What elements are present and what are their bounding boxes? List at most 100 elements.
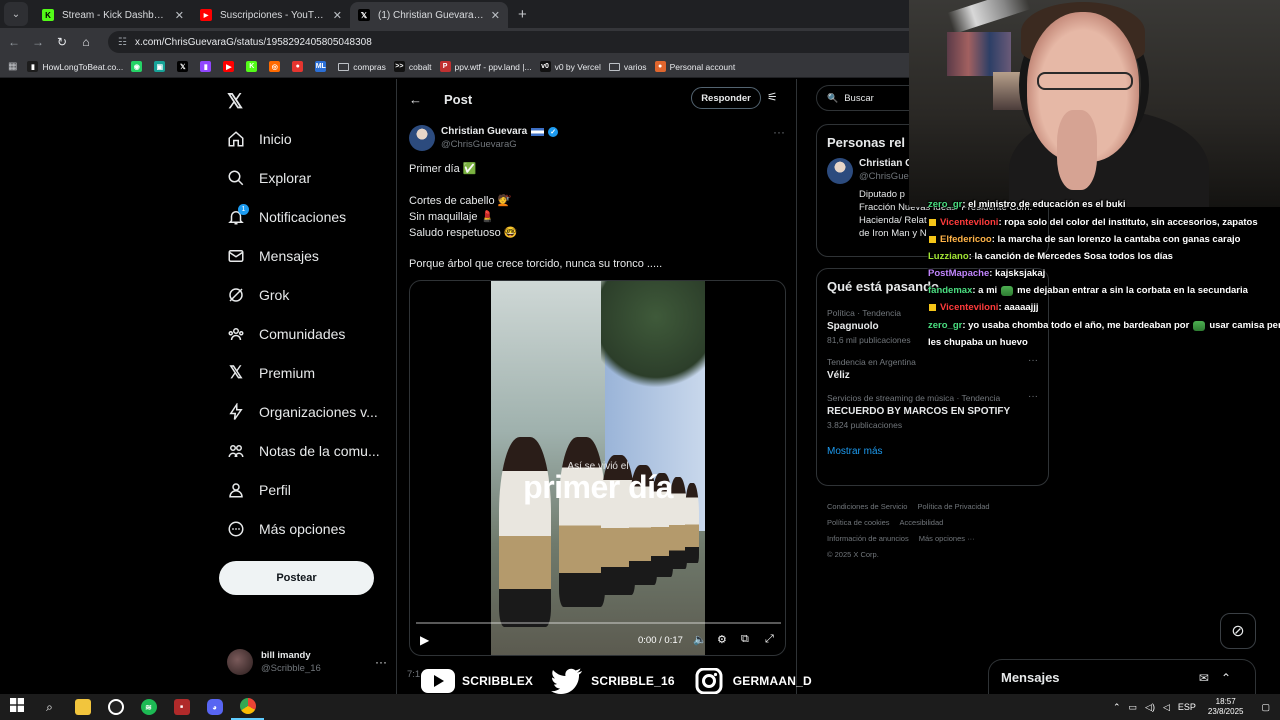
footer-link[interactable]: Condiciones de Servicio — [827, 502, 907, 511]
start-button[interactable] — [0, 694, 33, 720]
play-icon[interactable]: ▶ — [420, 633, 429, 647]
sidebar-item-inicio[interactable]: Inicio — [227, 130, 292, 148]
author-handle[interactable]: @ChrisGuevaraG — [441, 139, 558, 150]
more-dots-icon[interactable]: ··· — [1028, 391, 1038, 402]
post-button[interactable]: Postear — [219, 561, 374, 595]
bookmark-item[interactable]: ▮ — [200, 61, 215, 72]
show-more-link[interactable]: Mostrar más — [817, 436, 1048, 469]
chat-username[interactable]: Vicenteviloni — [940, 217, 998, 228]
taskbar-explorer[interactable] — [66, 694, 99, 720]
pip-icon[interactable]: ⧉ — [741, 633, 749, 646]
chevron-up-icon[interactable]: ⌃ — [1113, 702, 1121, 713]
sidebar-item-comunidades[interactable]: Comunidades — [227, 325, 345, 343]
chat-username[interactable]: PostMapache — [928, 268, 989, 279]
close-icon[interactable]: ✕ — [491, 9, 500, 22]
footer-link[interactable]: Política de Privacidad — [917, 502, 989, 511]
tab-search-button[interactable]: ⌄ — [4, 2, 28, 26]
video-frame[interactable]: Así se vivió el primer día — [491, 281, 705, 655]
language-indicator[interactable]: ESP — [1178, 702, 1196, 712]
bookmark-item[interactable]: ▮ HowLongToBeat.co... — [27, 61, 123, 72]
notification-icon[interactable]: ▢ — [1261, 702, 1270, 713]
bookmark-item[interactable]: >> cobalt — [393, 61, 432, 72]
sidebar-item-notas[interactable]: Notas de la comu... — [227, 442, 380, 460]
address-bar[interactable]: ☷ x.com/ChrisGuevaraG/status/19582924058… — [108, 31, 928, 53]
volume-icon[interactable]: 🔈 — [693, 633, 707, 646]
avatar[interactable] — [409, 125, 435, 151]
taskbar-spotify[interactable]: ≋ — [132, 694, 165, 720]
browser-tab-kick[interactable]: K Stream - Kick Dashboard ✕ — [34, 2, 192, 28]
bookmark-item[interactable]: Pppv.wtf - ppv.land |... — [439, 61, 532, 72]
grok-float-button[interactable]: ⊘ — [1220, 613, 1256, 649]
taskbar-chrome[interactable] — [231, 694, 264, 720]
footer-link[interactable]: Accesibilidad — [900, 518, 944, 527]
related-name[interactable]: Christian G — [859, 158, 913, 169]
clock[interactable]: 18:57 23/8/2025 — [1208, 697, 1244, 717]
taskbar-obs[interactable] — [99, 694, 132, 720]
more-dots-icon[interactable]: ··· — [773, 125, 785, 139]
sidebar-item-notificaciones[interactable]: 1 Notificaciones — [227, 204, 346, 226]
browser-tab-x[interactable]: 𝕏 (1) Christian Guevara sv en X: "Pr ✕ — [350, 2, 508, 28]
footer-link[interactable]: Política de cookies — [827, 518, 890, 527]
sidebar-item-organizaciones[interactable]: Organizaciones v... — [227, 403, 378, 421]
bookmark-item[interactable]: v0 v0 by Vercel — [539, 61, 601, 72]
network-icon[interactable]: ▭ — [1129, 702, 1138, 713]
apps-grid-icon[interactable]: ▦ — [8, 61, 17, 72]
bookmark-item[interactable]: ML — [315, 61, 330, 72]
bookmark-item[interactable]: compras — [338, 62, 386, 72]
speaker-icon[interactable]: ◁) — [1145, 702, 1155, 713]
author-name[interactable]: Christian Guevara — [441, 126, 527, 137]
reload-icon[interactable]: ↻ — [50, 35, 74, 49]
footer-link[interactable]: Información de anuncios — [827, 534, 909, 543]
sliders-icon[interactable]: ⚟ — [767, 90, 778, 104]
close-icon[interactable]: ✕ — [175, 9, 184, 22]
close-icon[interactable]: ✕ — [333, 9, 342, 22]
chat-username[interactable]: Luzziano — [928, 251, 969, 262]
footer-link[interactable]: Más opciones ··· — [919, 534, 975, 543]
x-logo-icon[interactable]: 𝕏 — [227, 89, 243, 114]
fullscreen-icon[interactable]: ⤢ — [765, 633, 774, 646]
chat-username[interactable]: zero_gr — [928, 320, 962, 331]
sidebar-item-perfil[interactable]: Perfil — [227, 481, 291, 499]
bookmark-item[interactable]: 𝕏 — [177, 61, 192, 72]
home-icon[interactable]: ⌂ — [74, 35, 98, 49]
browser-tab-youtube[interactable]: ▶ Suscripciones - YouTube ✕ — [192, 2, 350, 28]
compose-and-collapse-icons[interactable]: ✉⌃ — [1199, 671, 1243, 685]
taskbar-discord[interactable]: ◕ — [198, 694, 231, 720]
reply-button[interactable]: Responder — [691, 87, 761, 109]
bookmark-item[interactable]: ▶ — [223, 61, 238, 72]
post-author[interactable]: Christian Guevara ✓ @ChrisGuevaraG — [409, 125, 559, 151]
chat-username[interactable]: Vicenteviloni — [940, 302, 998, 313]
bookmark-item[interactable]: ▣ — [154, 61, 169, 72]
trend-item[interactable]: Tendencia en Argentina Véliz ··· — [817, 351, 1048, 387]
account-switcher[interactable]: bill imandy @Scribble_16 ··· — [227, 649, 387, 675]
site-info-icon[interactable]: ☷ — [118, 37, 127, 48]
bookmark-item[interactable]: ◎ — [269, 61, 284, 72]
sidebar-item-explorar[interactable]: Explorar — [227, 169, 311, 187]
taskbar-app[interactable]: ■ — [165, 694, 198, 720]
post-timestamp[interactable]: 7:1 — [407, 669, 420, 680]
video-player[interactable]: Así se vivió el primer día ▶ 0:00 / 0:17… — [409, 280, 786, 656]
bookmark-item[interactable]: varios — [608, 62, 647, 72]
trend-item[interactable]: Servicios de streaming de música · Tende… — [817, 387, 1048, 436]
bookmark-item[interactable]: K — [246, 61, 261, 72]
bookmark-item[interactable]: ● Personal account — [654, 61, 735, 72]
messages-drawer[interactable]: Mensajes ✉⌃ — [988, 659, 1256, 695]
chat-username[interactable]: Elfedericoo — [940, 234, 992, 245]
forward-arrow-icon[interactable]: → — [26, 35, 50, 49]
bookmark-item[interactable]: ● — [292, 61, 307, 72]
avatar[interactable] — [827, 158, 853, 184]
sidebar-item-mas-opciones[interactable]: Más opciones — [227, 520, 345, 538]
new-tab-button[interactable]: + — [518, 6, 527, 23]
back-arrow-icon[interactable]: ← — [2, 35, 26, 49]
settings-gear-icon[interactable]: ⚙ — [717, 633, 727, 646]
sidebar-item-premium[interactable]: 𝕏 Premium — [227, 363, 315, 382]
more-dots-icon[interactable]: ··· — [1028, 355, 1038, 366]
bookmark-item[interactable]: ◉ — [131, 61, 146, 72]
taskbar-search[interactable]: ⌕ — [33, 694, 66, 720]
speaker-alt-icon[interactable]: ◁ — [1163, 702, 1170, 713]
chat-username[interactable]: fandemax — [928, 285, 972, 296]
back-arrow-icon[interactable]: ← — [409, 92, 422, 107]
chat-username[interactable]: zero_gr — [928, 199, 962, 210]
sidebar-item-mensajes[interactable]: Mensajes — [227, 247, 319, 265]
sidebar-item-grok[interactable]: Grok — [227, 286, 289, 304]
